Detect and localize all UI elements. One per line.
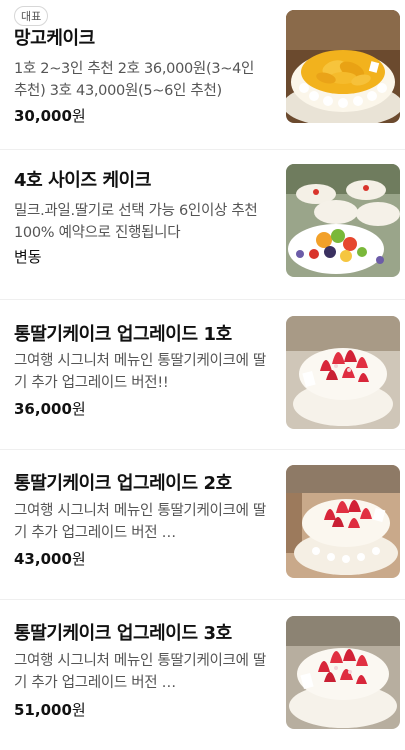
mango-cake-photo[interactable] xyxy=(286,10,400,123)
menu-item-description: 밀크.과일.딸기로 선택 가능 6인이상 추천 100% 예약으로 진행됩니다 xyxy=(14,203,258,241)
menu-item-title: 통딸기케이크 업그레이드 2호 xyxy=(14,473,232,494)
menu-item-strawberry-upgrade-3[interactable]: 통딸기케이크 업그레이드 3호 그여행 시그니처 메뉴인 통딸기케이크에 딸기 … xyxy=(0,600,405,750)
price-value: 43,000 xyxy=(14,550,72,568)
strawberry-cake-photo[interactable] xyxy=(286,465,400,578)
price-unit: 원 xyxy=(71,400,86,418)
menu-item-price: 36,000원 xyxy=(14,399,86,419)
menu-item-size4-cake[interactable]: 4호 사이즈 케이크 밀크.과일.딸기로 선택 가능 6인이상 추천 100% … xyxy=(0,150,405,300)
representative-badge: 대표 xyxy=(14,6,49,26)
menu-item-title: 통딸기케이크 업그레이드 3호 xyxy=(14,623,232,644)
menu-item-price: 30,000원 xyxy=(14,106,86,126)
menu-item-description: 그여행 시그니처 메뉴인 통딸기케이크에 딸기 추가 업그레이드 버전 … xyxy=(14,503,266,541)
menu-item-price: 51,000원 xyxy=(14,700,86,720)
price-value: 30,000 xyxy=(14,107,72,125)
menu-item-strawberry-upgrade-2[interactable]: 통딸기케이크 업그레이드 2호 그여행 시그니처 메뉴인 통딸기케이크에 딸기 … xyxy=(0,450,405,600)
menu-item-strawberry-upgrade-1[interactable]: 통딸기케이크 업그레이드 1호 그여행 시그니처 메뉴인 통딸기케이크에 딸기 … xyxy=(0,300,405,450)
menu-item-title: 통딸기케이크 업그레이드 1호 xyxy=(14,324,232,345)
menu-list: 대표 망고케이크 1호 2~3인 추천 2호 36,000원(3~4인 추천) … xyxy=(0,0,405,750)
menu-item-mango-cake[interactable]: 대표 망고케이크 1호 2~3인 추천 2호 36,000원(3~4인 추천) … xyxy=(0,0,405,150)
price-unit: 원 xyxy=(71,107,86,125)
price-value: 36,000 xyxy=(14,400,72,418)
strawberry-cake-photo[interactable] xyxy=(286,616,400,729)
menu-item-title: 4호 사이즈 케이크 xyxy=(14,170,151,191)
strawberry-cake-photo[interactable] xyxy=(286,316,400,429)
fruit-cakes-photo[interactable] xyxy=(286,164,400,277)
price-unit: 원 xyxy=(71,701,86,719)
menu-item-price: 43,000원 xyxy=(14,549,86,569)
menu-item-price: 변동 xyxy=(14,248,42,266)
menu-item-title: 망고케이크 xyxy=(14,28,95,49)
price-unit: 원 xyxy=(71,550,86,568)
menu-item-description: 그여행 시그니처 메뉴인 통딸기케이크에 딸기 추가 업그레이드 버전 … xyxy=(14,653,266,691)
price-value: 51,000 xyxy=(14,701,72,719)
menu-item-description: 1호 2~3인 추천 2호 36,000원(3~4인 추천) 3호 43,000… xyxy=(14,61,255,99)
menu-item-description: 그여행 시그니처 메뉴인 통딸기케이크에 딸기 추가 업그레이드 버전!! xyxy=(14,353,266,391)
